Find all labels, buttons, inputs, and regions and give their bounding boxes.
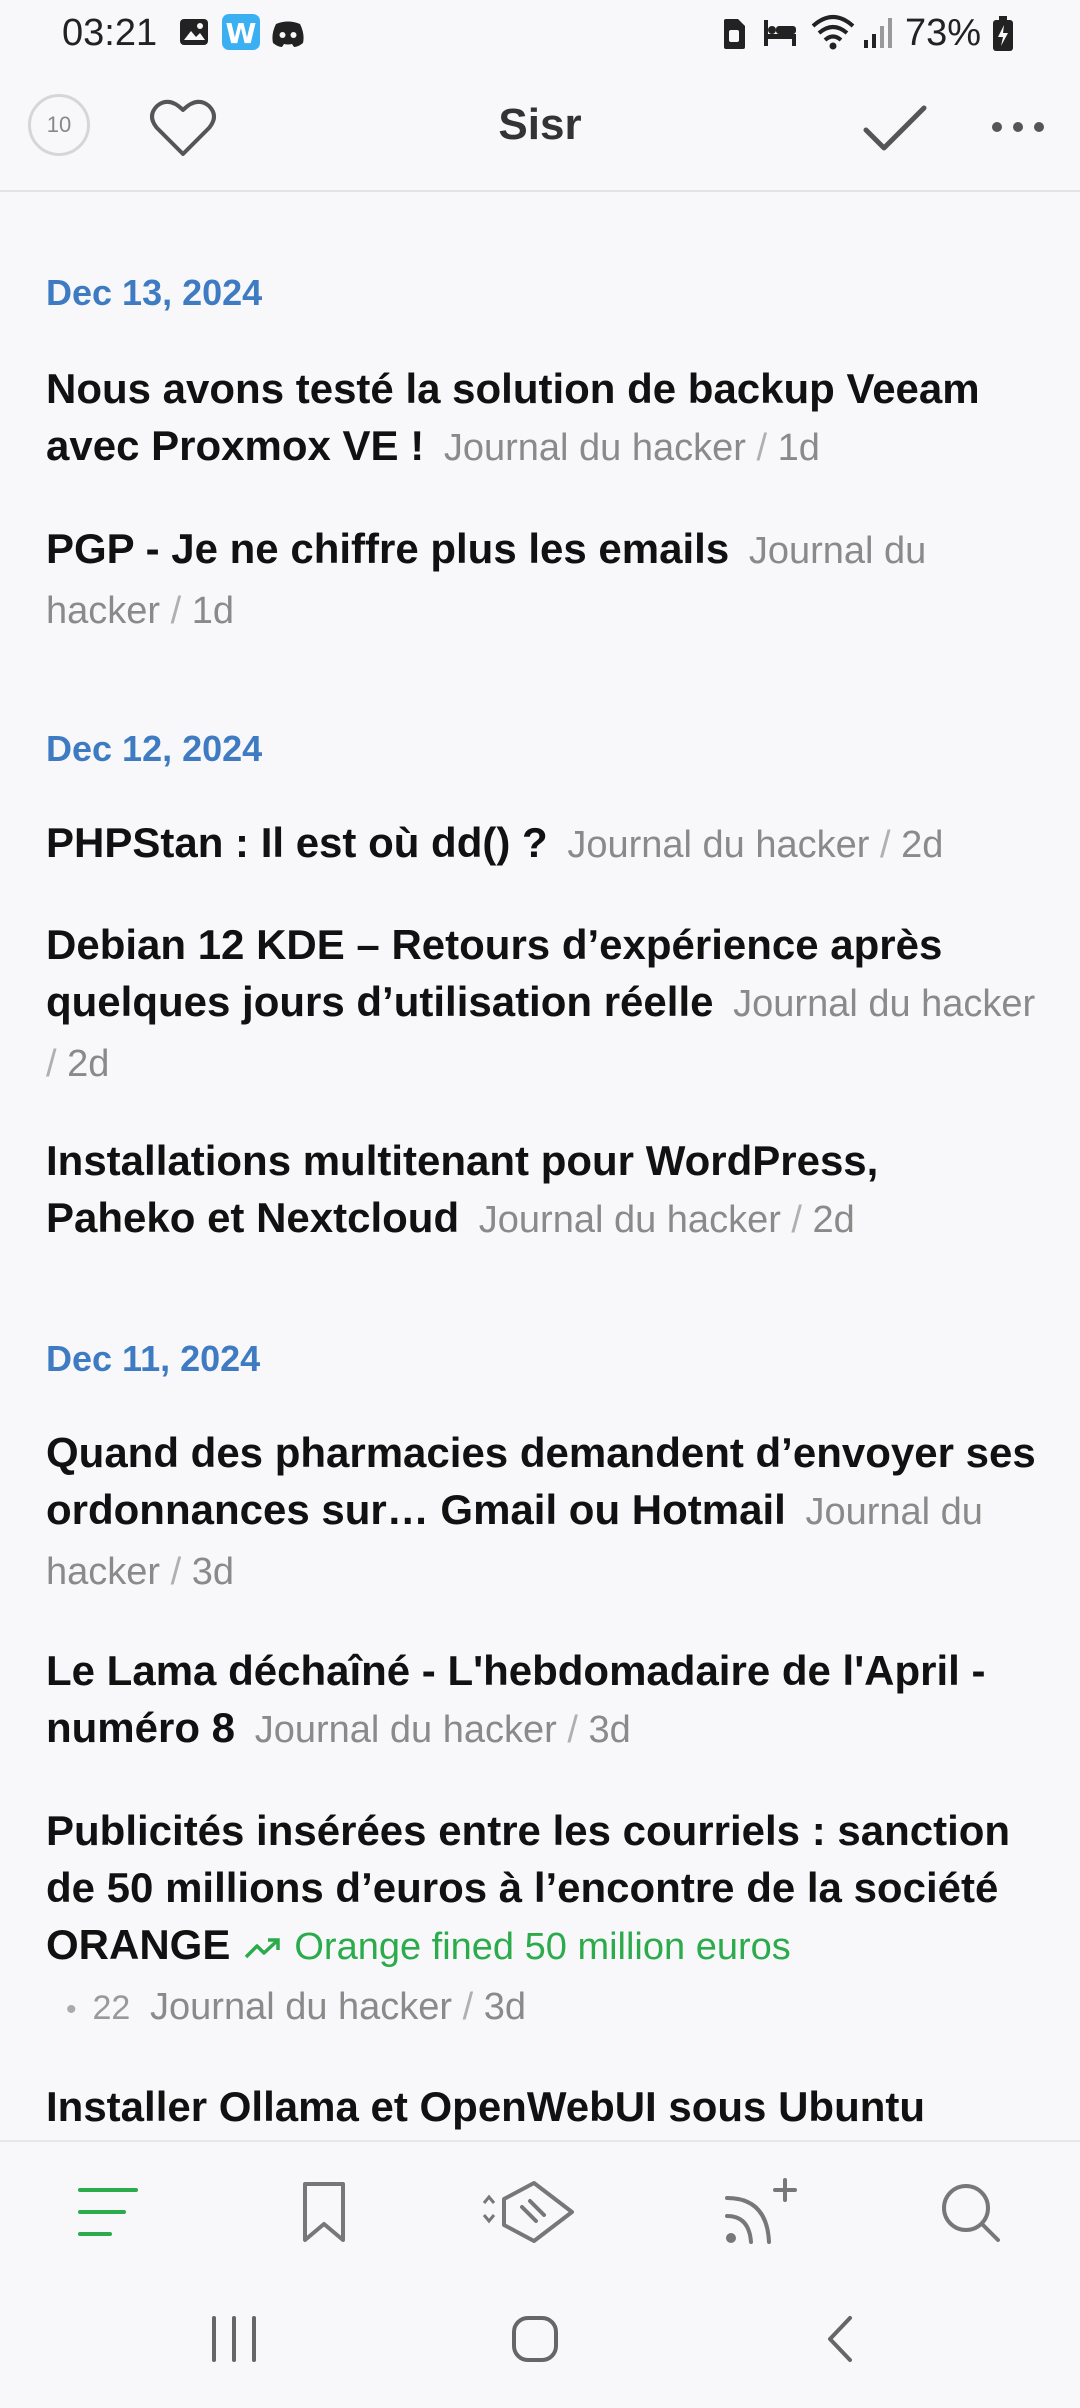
article-item[interactable]: Debian 12 KDE – Retours d’expérience apr… — [46, 916, 1036, 1093]
gallery-icon — [180, 19, 208, 45]
article-source: Journal du hacker — [733, 983, 1036, 1025]
bookmark-icon — [303, 2182, 345, 2242]
article-age: 1d — [777, 427, 820, 469]
article-source: Journal du hacker — [567, 824, 870, 866]
nav-discover[interactable] — [480, 2172, 580, 2252]
back-icon[interactable] — [822, 2314, 858, 2364]
discord-icon — [272, 21, 304, 47]
svg-text:W: W — [226, 17, 257, 50]
article-item[interactable]: Le Lama déchaîné - L'hebdomadaire de l'A… — [46, 1642, 1036, 1759]
more-icon[interactable] — [990, 120, 1046, 134]
feed-list-icon — [78, 2188, 138, 2236]
article-item[interactable]: Installations multitenant pour WordPress… — [46, 1132, 1036, 1249]
date-header: Dec 13, 2024 — [46, 272, 263, 313]
check-icon[interactable] — [862, 102, 928, 154]
nav-bookmarks[interactable] — [284, 2172, 364, 2252]
nav-feed[interactable] — [68, 2172, 148, 2252]
app-w-icon: W — [222, 14, 260, 50]
article-feed: Dec 13, 2024 Nous avons testé la solutio… — [0, 192, 1080, 2140]
bullet-icon: • — [66, 1993, 77, 2026]
article-source: Journal du hacker — [150, 1986, 453, 2028]
battery-percentage: 73% — [905, 12, 982, 54]
system-navigation-bar — [0, 2274, 1080, 2408]
trending-icon — [245, 1938, 281, 1959]
article-item[interactable]: Nous avons testé la solution de backup V… — [46, 360, 1036, 477]
nav-search[interactable] — [930, 2172, 1010, 2252]
date-header: Dec 12, 2024 — [46, 728, 263, 769]
article-item[interactable]: PGP - Je ne chiffre plus les emails Jour… — [46, 520, 1036, 640]
article-item[interactable]: Publicités insérées entre les courriels … — [46, 1802, 1036, 2038]
article-age: 2d — [67, 1043, 110, 1085]
article-title: Installer Ollama et OpenWebUI sous Ubunt… — [46, 2083, 926, 2130]
status-bar: 03:21 W 73% — [0, 0, 1080, 68]
article-source: Journal du hacker — [478, 1199, 781, 1241]
article-title: PGP - Je ne chiffre plus les emails — [46, 525, 730, 572]
article-age: 1d — [191, 590, 235, 632]
article-source: Journal du hacker — [443, 427, 746, 469]
article-item[interactable]: Quand des pharmacies demandent d’envoyer… — [46, 1424, 1036, 1601]
date-header: Dec 11, 2024 — [46, 1338, 261, 1379]
home-icon[interactable] — [510, 2314, 560, 2364]
status-time: 03:21 — [62, 12, 158, 54]
article-age: 3d — [588, 1709, 631, 1751]
bed-icon — [764, 20, 796, 46]
article-age: 2d — [901, 824, 944, 866]
article-item[interactable]: PHPStan : Il est où dd() ? Journal du ha… — [46, 814, 1036, 874]
battery-icon — [993, 16, 1013, 51]
related-count: 22 — [92, 1989, 131, 2027]
trending-label: Orange fined 50 million euros — [294, 1926, 791, 1968]
article-age: 3d — [483, 1986, 527, 2028]
trending-tag[interactable]: Orange fined 50 million euros — [244, 1926, 791, 1968]
article-item[interactable]: Installer Ollama et OpenWebUI sous Ubunt… — [46, 2078, 1036, 2135]
recent-apps-icon[interactable] — [206, 2314, 262, 2364]
article-source: Journal du hacker — [254, 1709, 557, 1751]
nav-add-feed[interactable] — [716, 2172, 806, 2252]
bottom-navigation — [0, 2140, 1080, 2276]
top-toolbar: 10 Sisr — [0, 68, 1080, 192]
article-title: PHPStan : Il est où dd() ? — [46, 819, 548, 866]
sim-icon — [724, 19, 745, 49]
signal-icon — [864, 18, 892, 48]
wifi-icon — [811, 15, 855, 50]
article-age: 2d — [812, 1199, 855, 1241]
article-age: 3d — [191, 1551, 235, 1593]
discover-icon — [482, 2181, 574, 2243]
add-feed-icon — [725, 2178, 797, 2244]
search-icon — [942, 2184, 1000, 2242]
